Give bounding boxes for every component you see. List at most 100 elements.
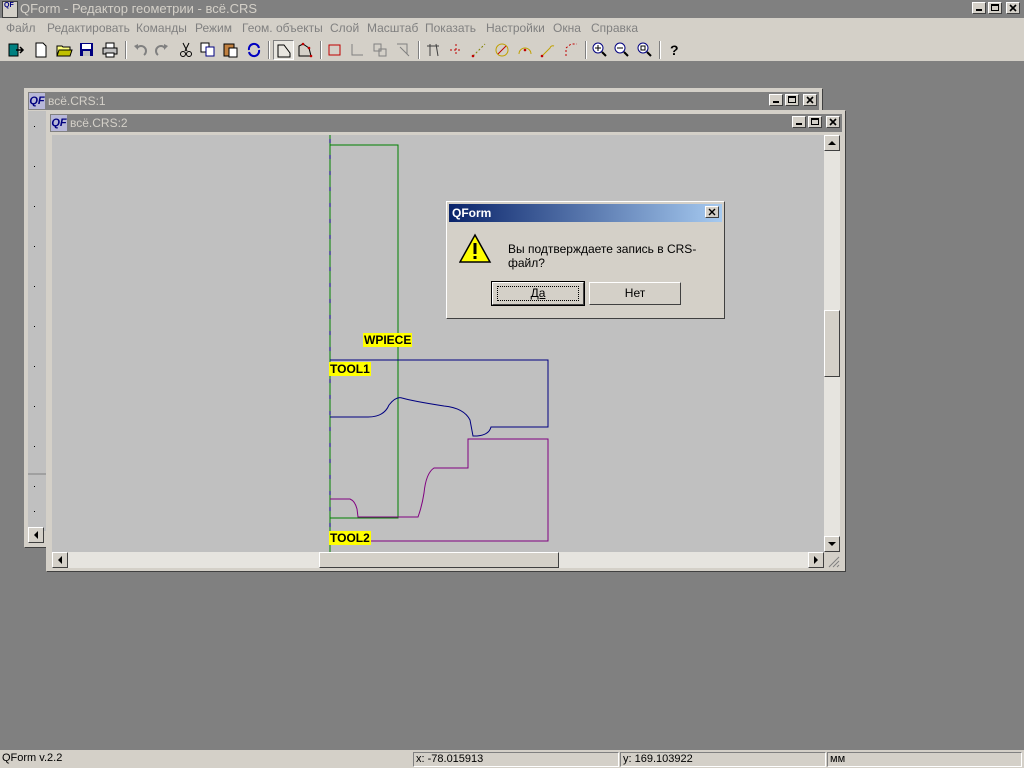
no-button[interactable]: Нет (589, 282, 681, 305)
zoom-out-button[interactable] (612, 40, 633, 60)
arc-button[interactable] (515, 40, 536, 60)
menu-mode[interactable]: Режим (195, 21, 232, 35)
minimize-button[interactable] (972, 2, 986, 14)
exit-button[interactable] (6, 40, 27, 60)
group-button[interactable] (370, 40, 391, 60)
dialog-close-button[interactable] (705, 206, 719, 218)
window-1-canvas[interactable] (28, 111, 48, 531)
qform-doc-icon: QF (29, 93, 45, 109)
paste-button[interactable] (221, 40, 242, 60)
dotted-segment-button[interactable] (469, 40, 490, 60)
menu-layer[interactable]: Слой (330, 21, 359, 35)
circle-button[interactable] (492, 40, 513, 60)
open-button[interactable] (54, 40, 75, 60)
print-icon (102, 42, 118, 58)
zoom-fit-button[interactable] (635, 40, 656, 60)
fillet-button[interactable] (538, 40, 559, 60)
scroll-down-icon (828, 542, 836, 546)
restore-button[interactable] (988, 2, 1002, 14)
save-button[interactable] (77, 40, 98, 60)
zoom-in-icon (592, 42, 607, 57)
app-title-bar[interactable]: QF QForm - Редактор геометрии - всё.CRS (0, 0, 1024, 18)
geometry-canvas[interactable]: WPIECE TOOL1 TOOL2 (52, 135, 824, 552)
new-file-icon (35, 42, 47, 58)
mdi-window-2[interactable]: QF всё.CRS:2 WPIECE TOOL1 TOOL2 (46, 110, 846, 572)
arc-icon (518, 47, 532, 55)
menu-edit[interactable]: Редактировать (47, 21, 130, 35)
rectangle-icon (328, 44, 341, 56)
window-1-maximize-button[interactable] (785, 94, 799, 106)
toolbar: ? (0, 38, 1024, 62)
window-2-title-bar[interactable]: QF всё.CRS:2 (50, 114, 842, 132)
new-file-button[interactable] (31, 40, 52, 60)
geometry-drawing (329, 135, 549, 552)
close-button[interactable] (1006, 2, 1020, 14)
window-2-close-button[interactable] (826, 116, 840, 128)
dialog-title: QForm (452, 206, 492, 220)
close-icon (708, 208, 716, 216)
tool2-contour (330, 438, 549, 542)
window-1-close-button[interactable] (803, 94, 817, 106)
undo-button[interactable] (130, 40, 151, 60)
horizontal-scrollbar[interactable] (52, 552, 824, 568)
vertical-scrollbar[interactable] (824, 135, 840, 552)
menu-windows[interactable]: Окна (553, 21, 581, 35)
polygon-mode-button[interactable] (295, 40, 316, 60)
redo-button[interactable] (152, 40, 173, 60)
tool1-label: TOOL1 (329, 362, 371, 376)
select-mode-button[interactable] (273, 40, 294, 60)
wpiece-contour (330, 144, 399, 519)
window-1-title-bar[interactable]: QF всё.CRS:1 (28, 92, 819, 110)
status-x-coordinate: x: -78.015913 (413, 752, 619, 767)
window-2-maximize-button[interactable] (808, 116, 822, 128)
trim-icon (427, 43, 439, 57)
toolbar-separator (585, 41, 587, 59)
window-2-minimize-button[interactable] (792, 116, 806, 128)
window-2-title: всё.CRS:2 (70, 116, 128, 130)
trim-button[interactable] (423, 40, 444, 60)
size-grip[interactable] (824, 552, 840, 568)
qform-app-icon[interactable]: QF (2, 1, 18, 18)
scroll-left-button[interactable] (52, 552, 68, 568)
window-1-minimize-button[interactable] (769, 94, 783, 106)
status-y-coordinate: y: 169.103922 (620, 752, 826, 767)
menu-scale[interactable]: Масштаб (367, 21, 418, 35)
menu-help[interactable]: Справка (591, 21, 638, 35)
paste-icon (223, 43, 238, 58)
cut-button[interactable] (176, 40, 197, 60)
rectangle-button[interactable] (325, 40, 346, 60)
copy-button[interactable] (198, 40, 219, 60)
zoom-in-button[interactable] (590, 40, 611, 60)
dialog-message: Вы подтверждаете запись в CRS-файл? (508, 242, 697, 270)
polyline-button[interactable] (347, 40, 368, 60)
menu-show[interactable]: Показать (425, 21, 476, 35)
vertical-scroll-thumb[interactable] (824, 310, 840, 377)
scroll-right-button[interactable] (808, 552, 824, 568)
menu-settings[interactable]: Настройки (486, 21, 545, 35)
warning-icon (459, 233, 492, 263)
arrow-tool-button[interactable] (393, 40, 414, 60)
yes-button[interactable]: Да (491, 281, 585, 306)
chamfer-button[interactable] (561, 40, 582, 60)
horizontal-scroll-thumb[interactable] (319, 552, 559, 568)
window-1-title: всё.CRS:1 (48, 94, 106, 108)
window-1-scroll-left-button[interactable] (28, 527, 44, 543)
help-button[interactable]: ? (664, 40, 685, 60)
svg-text:?: ? (670, 42, 679, 58)
refresh-button[interactable] (244, 40, 265, 60)
status-units: мм (827, 752, 1022, 767)
confirm-dialog: QForm Вы подтверждаете запись в CRS-файл… (446, 201, 725, 319)
open-folder-icon (56, 45, 73, 57)
dotted-line-button[interactable] (446, 40, 467, 60)
print-button[interactable] (100, 40, 121, 60)
zoom-fit-icon (637, 42, 652, 57)
dialog-title-bar[interactable]: QForm (449, 204, 722, 222)
focus-rectangle (497, 286, 579, 301)
menu-file[interactable]: Файл (6, 21, 36, 35)
scroll-down-button[interactable] (824, 536, 840, 552)
menu-geometry[interactable]: Геом. объекты (242, 21, 323, 35)
wpiece-label: WPIECE (363, 333, 413, 347)
scroll-up-button[interactable] (824, 135, 840, 151)
menu-commands[interactable]: Команды (136, 21, 187, 35)
no-button-label: Нет (624, 286, 646, 300)
